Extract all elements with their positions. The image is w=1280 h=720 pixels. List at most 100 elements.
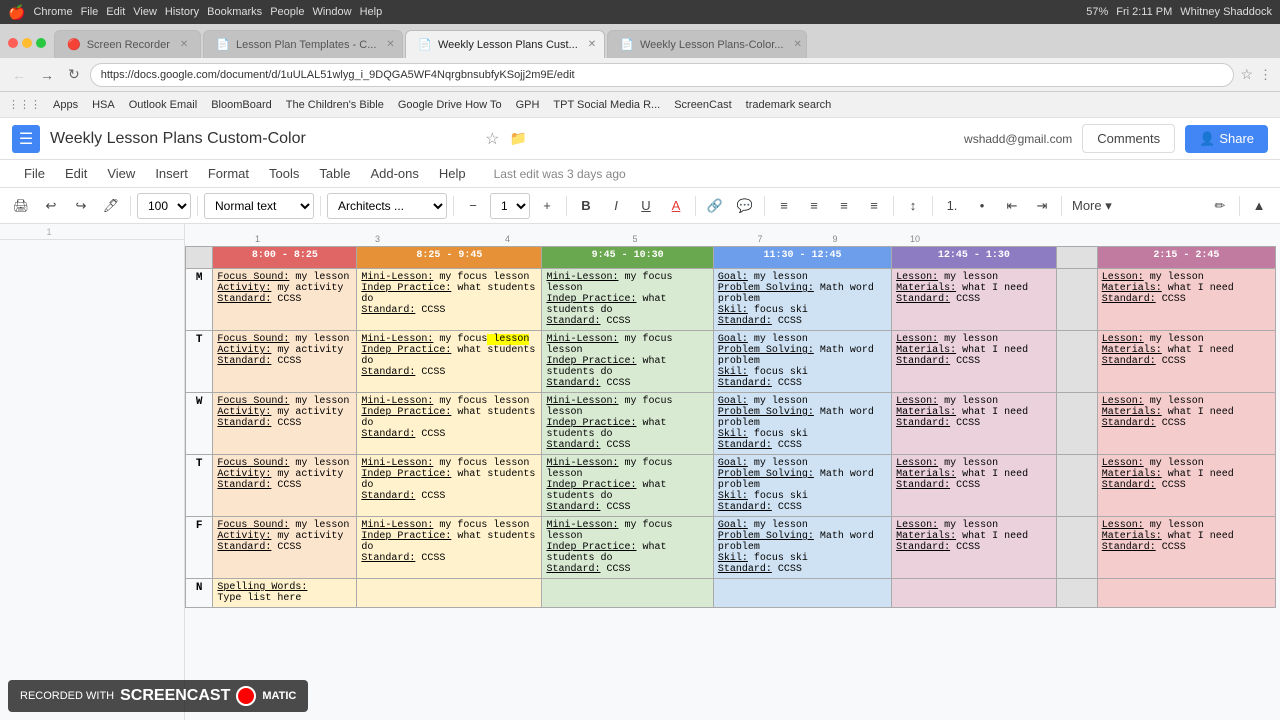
- cell-f-2[interactable]: Mini-Lesson: my focus lesson Indep Pract…: [357, 517, 542, 579]
- underline-button[interactable]: U: [633, 193, 659, 219]
- text-color-button[interactable]: A: [663, 193, 689, 219]
- cell-t-5[interactable]: Lesson: my lesson Materials: what I need…: [892, 331, 1057, 393]
- cell-f-1[interactable]: Focus Sound: my lesson Activity: my acti…: [213, 517, 357, 579]
- refresh-button[interactable]: ↻: [64, 64, 84, 85]
- paint-format-button[interactable]: 🖊: [98, 193, 124, 219]
- menu-file[interactable]: File: [16, 163, 53, 184]
- close-button[interactable]: [8, 38, 18, 48]
- cell-w-2[interactable]: Mini-Lesson: my focus lesson Indep Pract…: [357, 393, 542, 455]
- font-size-select[interactable]: 10: [490, 193, 530, 219]
- cell-m-5[interactable]: Lesson: my lesson Materials: what I need…: [892, 269, 1057, 331]
- cell-th-4[interactable]: Goal: my lesson Problem Solving: Math wo…: [713, 455, 891, 517]
- cell-w-5[interactable]: Lesson: my lesson Materials: what I need…: [892, 393, 1057, 455]
- more-icon[interactable]: ⋮: [1259, 67, 1272, 83]
- menu-insert[interactable]: Insert: [147, 163, 196, 184]
- print-button[interactable]: 🖨: [8, 193, 34, 219]
- menu-table[interactable]: Table: [311, 163, 358, 184]
- bookmarks-menu[interactable]: Bookmarks: [207, 6, 262, 18]
- bold-button[interactable]: B: [573, 193, 599, 219]
- cell-w-3[interactable]: Mini-Lesson: my focus lesson Indep Pract…: [542, 393, 713, 455]
- menu-view[interactable]: View: [99, 163, 143, 184]
- close-icon[interactable]: ✕: [386, 39, 394, 50]
- bookmark-google-drive[interactable]: Google Drive How To: [392, 97, 508, 113]
- cell-t-4[interactable]: Goal: my lesson Problem Solving: Math wo…: [713, 331, 891, 393]
- comments-button[interactable]: Comments: [1082, 124, 1175, 153]
- justify-button[interactable]: ≡: [861, 193, 887, 219]
- bookmark-childrens-bible[interactable]: The Children's Bible: [280, 97, 390, 113]
- increase-indent-button[interactable]: ⇥: [1029, 193, 1055, 219]
- bookmark-outlook[interactable]: Outlook Email: [123, 97, 203, 113]
- cell-f-5[interactable]: Lesson: my lesson Materials: what I need…: [892, 517, 1057, 579]
- bookmark-tpt[interactable]: TPT Social Media R...: [547, 97, 666, 113]
- line-spacing-button[interactable]: ↕: [900, 193, 926, 219]
- history-menu[interactable]: History: [165, 6, 199, 18]
- window-menu[interactable]: Window: [312, 6, 351, 18]
- forward-button[interactable]: →: [36, 65, 58, 85]
- insert-comment-button[interactable]: 💬: [732, 193, 758, 219]
- align-left-button[interactable]: ≡: [771, 193, 797, 219]
- cell-w-6[interactable]: Lesson: my lesson Materials: what I need…: [1097, 393, 1275, 455]
- cell-m-3[interactable]: Mini-Lesson: my focus lesson Indep Pract…: [542, 269, 713, 331]
- align-right-button[interactable]: ≡: [831, 193, 857, 219]
- collapse-toolbar-button[interactable]: ▲: [1246, 193, 1272, 219]
- zoom-select[interactable]: 100%: [137, 193, 191, 219]
- cell-w-4[interactable]: Goal: my lesson Problem Solving: Math wo…: [713, 393, 891, 455]
- tab-weekly-lesson-plans[interactable]: 📄 Weekly Lesson Plans Cust... ✕: [405, 30, 605, 58]
- italic-button[interactable]: I: [603, 193, 629, 219]
- edit-menu[interactable]: Edit: [106, 6, 125, 18]
- spelling-words-cell[interactable]: Spelling Words: Type list here: [213, 579, 357, 608]
- menu-tools[interactable]: Tools: [261, 163, 307, 184]
- undo-button[interactable]: ↩: [38, 193, 64, 219]
- cell-t-1[interactable]: Focus Sound: my lesson Activity: my acti…: [213, 331, 357, 393]
- cell-th-5[interactable]: Lesson: my lesson Materials: what I need…: [892, 455, 1057, 517]
- bookmark-apps[interactable]: Apps: [47, 97, 84, 113]
- favorite-star-icon[interactable]: ☆: [485, 129, 499, 149]
- cell-th-3[interactable]: Mini-Lesson: my focus lesson Indep Pract…: [542, 455, 713, 517]
- cell-t-2[interactable]: Mini-Lesson: my focus lesson Indep Pract…: [357, 331, 542, 393]
- bookmark-star-icon[interactable]: ☆: [1240, 66, 1253, 83]
- cell-m-1[interactable]: Focus Sound: my lesson Activity: my acti…: [213, 269, 357, 331]
- help-menu[interactable]: Help: [360, 6, 383, 18]
- redo-button[interactable]: ↪: [68, 193, 94, 219]
- bookmark-screencast[interactable]: ScreenCast: [668, 97, 737, 113]
- paragraph-style-select[interactable]: Normal text: [204, 193, 314, 219]
- close-icon[interactable]: ✕: [588, 39, 596, 50]
- cell-th-6[interactable]: Lesson: my lesson Materials: what I need…: [1097, 455, 1275, 517]
- cell-f-6[interactable]: Lesson: my lesson Materials: what I need…: [1097, 517, 1275, 579]
- close-icon[interactable]: ✕: [793, 39, 801, 50]
- cell-th-2[interactable]: Mini-Lesson: my focus lesson Indep Pract…: [357, 455, 542, 517]
- people-menu[interactable]: People: [270, 6, 304, 18]
- tab-screen-recorder[interactable]: 🔴 Screen Recorder ✕: [54, 30, 201, 58]
- bullet-list-button[interactable]: •: [969, 193, 995, 219]
- menu-help[interactable]: Help: [431, 163, 474, 184]
- close-icon[interactable]: ✕: [180, 39, 188, 50]
- cell-t-6[interactable]: Lesson: my lesson Materials: what I need…: [1097, 331, 1275, 393]
- tab-lesson-templates[interactable]: 📄 Lesson Plan Templates - C... ✕: [203, 30, 403, 58]
- align-center-button[interactable]: ≡: [801, 193, 827, 219]
- font-size-increase-button[interactable]: +: [534, 193, 560, 219]
- share-button[interactable]: 👤 Share: [1185, 125, 1268, 153]
- bookmark-gph[interactable]: GPH: [510, 97, 546, 113]
- decrease-indent-button[interactable]: ⇤: [999, 193, 1025, 219]
- back-button[interactable]: ←: [8, 65, 30, 85]
- cell-w-1[interactable]: Focus Sound: my lesson Activity: my acti…: [213, 393, 357, 455]
- cell-m-6[interactable]: Lesson: my lesson Materials: what I need…: [1097, 269, 1275, 331]
- font-select[interactable]: Architects ...: [327, 193, 447, 219]
- maximize-button[interactable]: [36, 38, 46, 48]
- view-menu[interactable]: View: [133, 6, 157, 18]
- cell-th-1[interactable]: Focus Sound: my lesson Activity: my acti…: [213, 455, 357, 517]
- font-size-decrease-button[interactable]: −: [460, 193, 486, 219]
- file-menu[interactable]: File: [81, 6, 99, 18]
- hamburger-menu-icon[interactable]: ☰: [12, 125, 40, 153]
- bookmark-trademark[interactable]: trademark search: [740, 97, 838, 113]
- menu-edit[interactable]: Edit: [57, 163, 95, 184]
- cell-f-4[interactable]: Goal: my lesson Problem Solving: Math wo…: [713, 517, 891, 579]
- cell-m-4[interactable]: Goal: my lesson Problem Solving: Math wo…: [713, 269, 891, 331]
- edit-mode-button[interactable]: ✏: [1207, 193, 1233, 219]
- url-input[interactable]: [90, 63, 1235, 87]
- cell-f-3[interactable]: Mini-Lesson: my focus lesson Indep Pract…: [542, 517, 713, 579]
- more-button[interactable]: More ▾: [1068, 193, 1116, 219]
- cell-t-3[interactable]: Mini-Lesson: my focus lesson Indep Pract…: [542, 331, 713, 393]
- menu-format[interactable]: Format: [200, 163, 257, 184]
- menu-addons[interactable]: Add-ons: [362, 163, 426, 184]
